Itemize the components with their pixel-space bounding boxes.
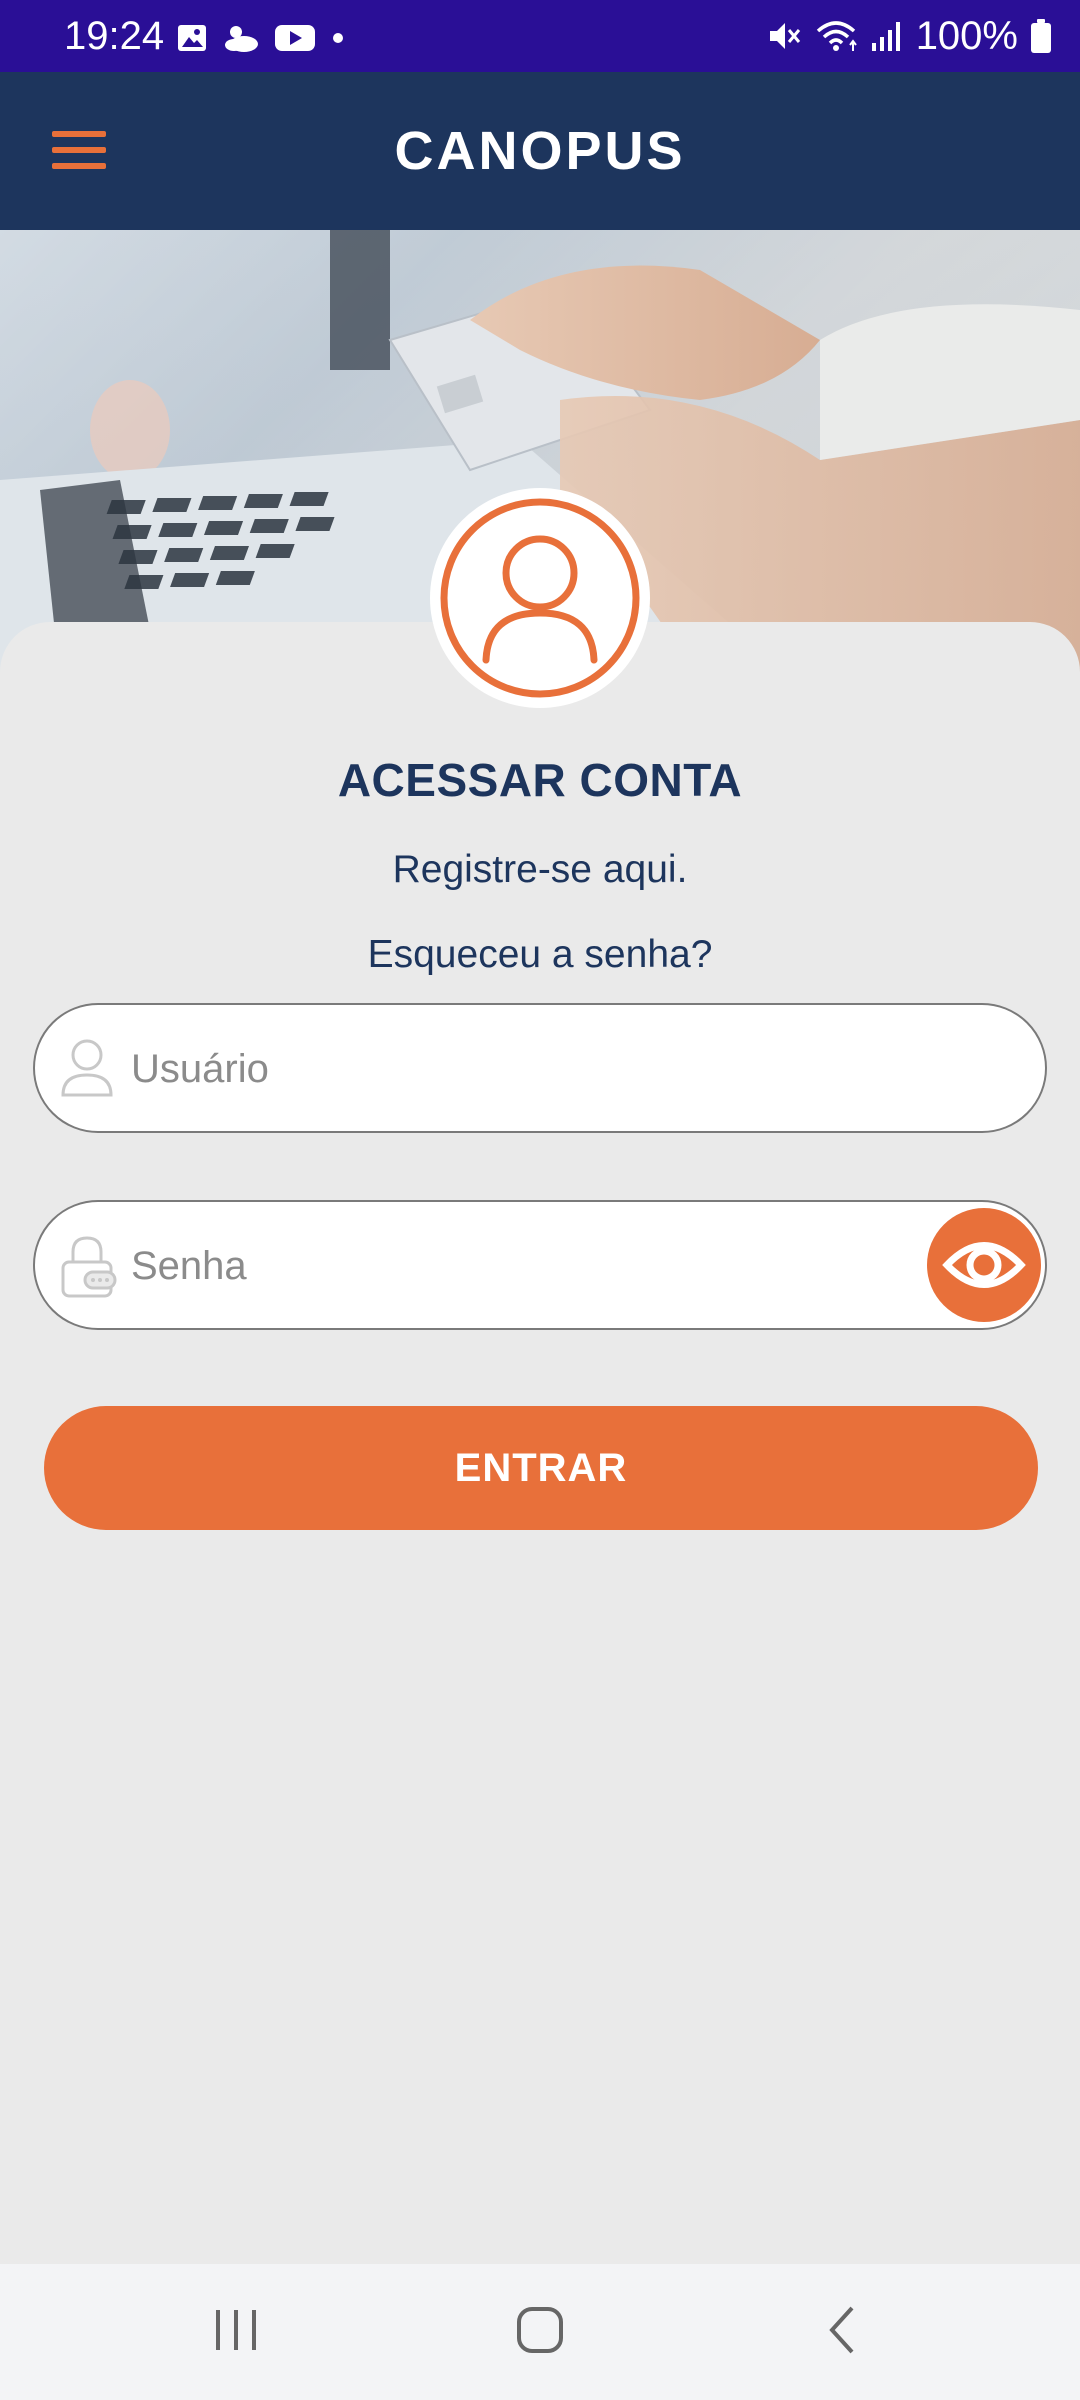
- status-bar: 19:24 100%: [0, 0, 1080, 72]
- mute-icon: [769, 23, 800, 49]
- eye-icon: [942, 1242, 1026, 1288]
- weather-icon: [225, 26, 258, 52]
- dot-icon: [333, 33, 343, 43]
- user-icon: [61, 1039, 113, 1097]
- home-button[interactable]: [480, 2294, 600, 2370]
- status-notification-icons: [176, 20, 346, 56]
- battery-icon: [1031, 19, 1051, 53]
- status-time: 19:24: [64, 14, 165, 58]
- wifi-icon: [816, 21, 857, 51]
- lock-icon: [61, 1236, 117, 1298]
- username-input[interactable]: [131, 1029, 931, 1109]
- show-password-button[interactable]: [927, 1208, 1041, 1322]
- back-button[interactable]: [782, 2294, 902, 2370]
- gallery-icon: [178, 25, 206, 51]
- brand-logo: CANOPUS: [394, 121, 686, 181]
- app-bar: CANOPUS: [0, 72, 1080, 230]
- register-link[interactable]: Registre-se aqui.: [0, 845, 1080, 895]
- forgot-password-link[interactable]: Esqueceu a senha?: [0, 930, 1080, 980]
- user-avatar-icon: [440, 498, 640, 698]
- recent-apps-icon: [216, 2310, 256, 2350]
- system-nav-bar: [0, 2264, 1080, 2400]
- password-field[interactable]: [33, 1200, 1047, 1330]
- battery-percent: 100%: [915, 14, 1018, 58]
- signal-icon: [871, 22, 900, 51]
- back-icon: [829, 2306, 854, 2354]
- page-title: ACESSAR CONTA: [337, 754, 743, 806]
- youtube-icon: [275, 25, 315, 51]
- home-icon: [517, 2307, 563, 2353]
- avatar: [430, 488, 650, 708]
- login-button[interactable]: ENTRAR: [44, 1406, 1038, 1530]
- password-input[interactable]: [131, 1226, 931, 1306]
- username-field[interactable]: [33, 1003, 1047, 1133]
- recent-apps-button[interactable]: [176, 2294, 296, 2370]
- status-system-icons: 100%: [766, 14, 1052, 58]
